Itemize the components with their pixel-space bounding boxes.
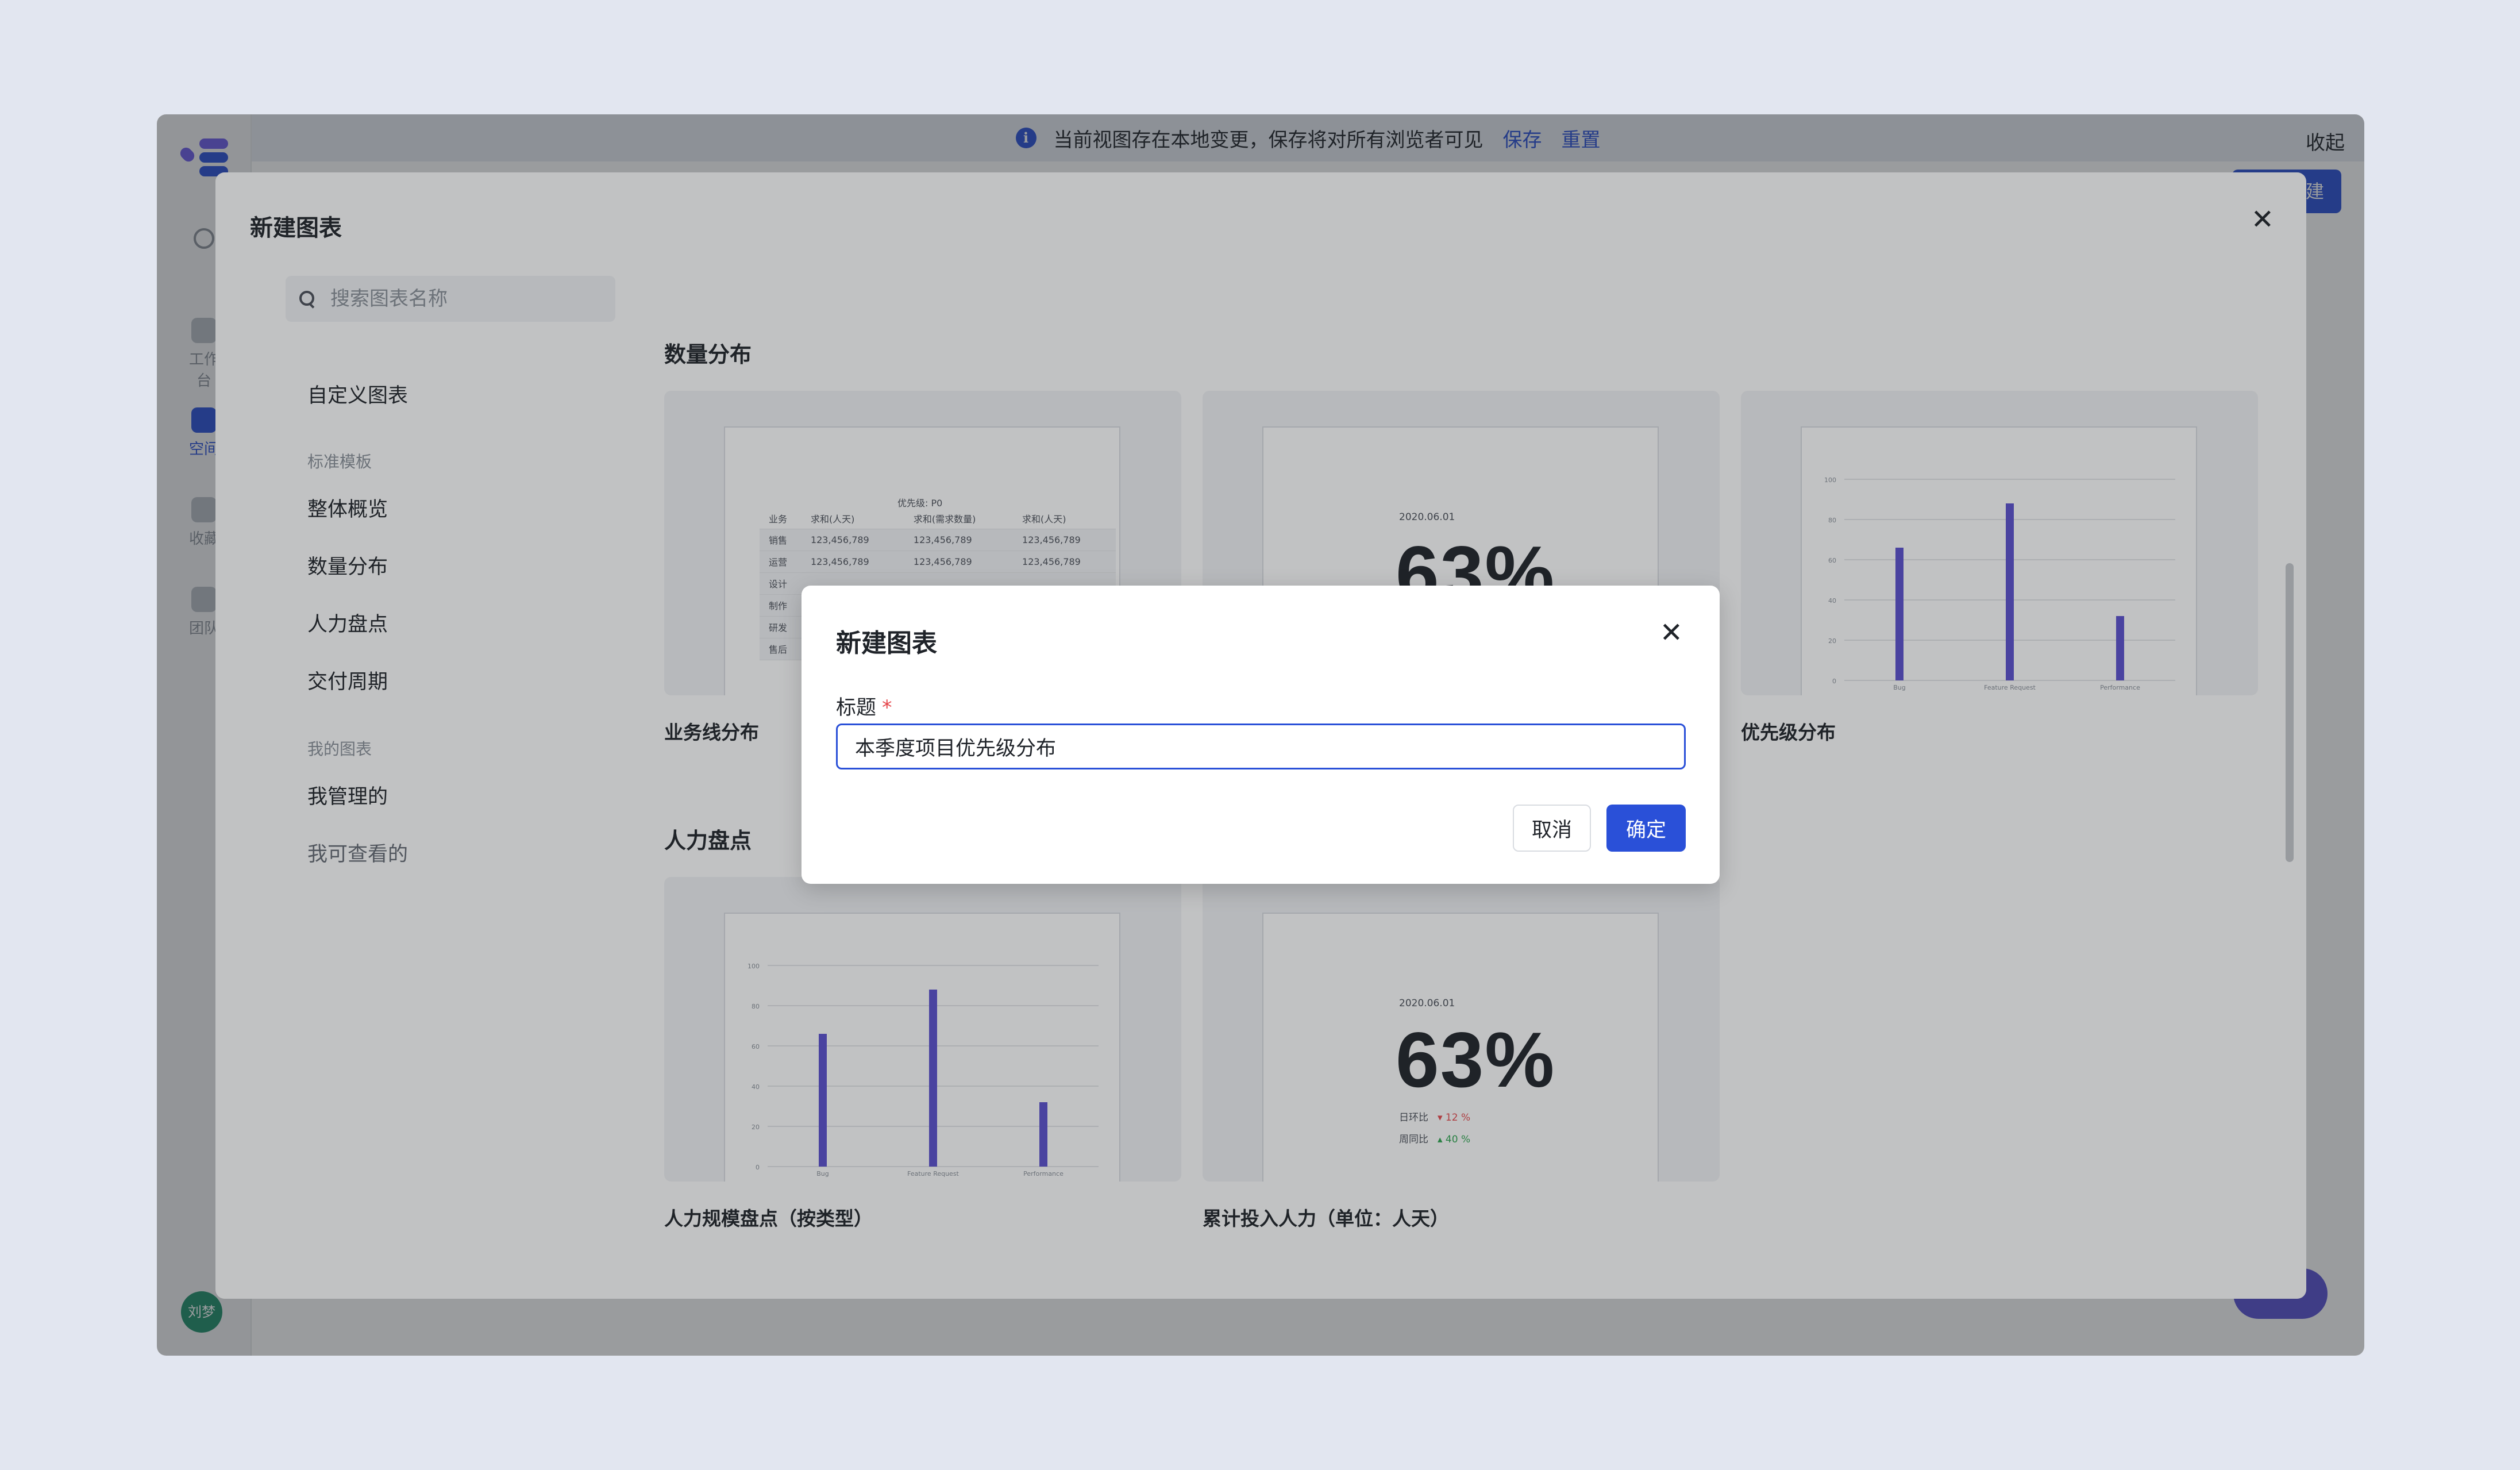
new-chart-dialog: 新建图表 ✕ 标题* 取消 确定	[802, 586, 1720, 884]
title-label-text: 标题	[836, 696, 877, 719]
title-input[interactable]	[836, 724, 1686, 769]
dialog-title: 新建图表	[836, 629, 937, 658]
title-field-label: 标题 *	[836, 691, 892, 721]
close-icon[interactable]: ✕	[1660, 619, 1683, 647]
confirm-button[interactable]: 确定	[1606, 805, 1686, 852]
cancel-button[interactable]: 取消	[1513, 805, 1591, 852]
required-mark: *	[882, 696, 892, 719]
